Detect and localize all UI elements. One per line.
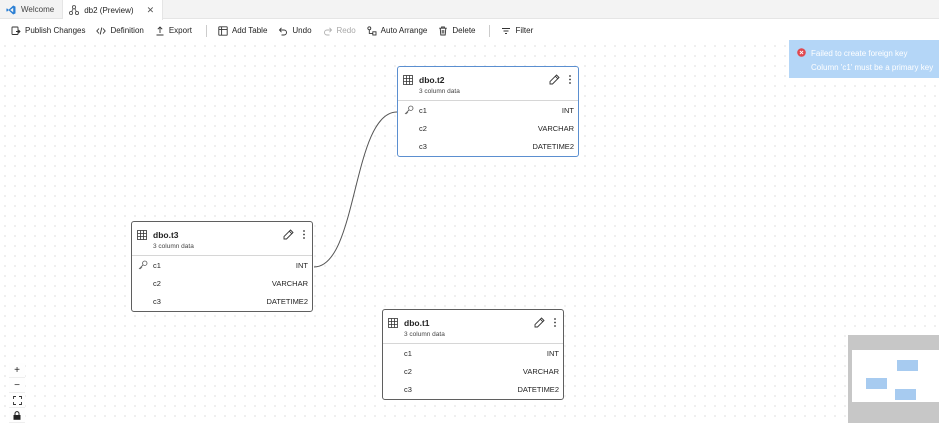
lock-icon xyxy=(13,410,21,420)
column-type: VARCHAR xyxy=(271,279,308,288)
filter-icon xyxy=(501,26,511,36)
table-title: dbo.t1 xyxy=(404,318,430,328)
key-icon xyxy=(404,105,414,115)
vscode-logo-icon xyxy=(6,5,16,15)
fit-view-icon xyxy=(12,395,22,405)
table-header: dbo.t2 3 column data xyxy=(398,67,578,101)
table-icon xyxy=(388,318,398,328)
schema-designer-icon xyxy=(69,5,80,15)
undo-icon xyxy=(278,26,288,36)
tab-db2-label: db2 (Preview) xyxy=(84,5,134,15)
table-title: dbo.t2 xyxy=(419,75,445,85)
tab-welcome-label: Welcome xyxy=(21,5,55,14)
column-type: INT xyxy=(546,349,559,358)
column-name: c1 xyxy=(404,349,412,358)
auto-arrange-icon xyxy=(367,25,377,36)
column-type: DATETIME2 xyxy=(517,385,559,394)
table-row[interactable]: c2 VARCHAR xyxy=(398,119,578,137)
minimap-node xyxy=(866,378,887,389)
zoom-in-button[interactable]: + xyxy=(9,363,25,378)
table-icon xyxy=(137,230,147,240)
column-name: c1 xyxy=(419,106,427,115)
table-row[interactable]: c2 VARCHAR xyxy=(383,362,563,380)
fit-view-button[interactable] xyxy=(9,393,25,408)
export-button[interactable]: Export xyxy=(152,22,200,40)
table-icon xyxy=(403,75,413,85)
table-row[interactable]: c3 DATETIME2 xyxy=(132,292,312,310)
more-options-icon[interactable] xyxy=(567,74,573,85)
column-name: c2 xyxy=(153,279,161,288)
trash-icon xyxy=(438,26,448,36)
delete-button[interactable]: Delete xyxy=(435,22,483,40)
lock-button[interactable] xyxy=(9,408,25,423)
auto-arrange-button[interactable]: Auto Arrange xyxy=(364,22,436,40)
toast-title: Failed to create foreign key xyxy=(811,49,908,58)
close-icon[interactable]: ✕ xyxy=(147,5,155,16)
add-table-icon xyxy=(218,25,228,36)
column-name: c2 xyxy=(419,124,427,133)
more-options-icon[interactable] xyxy=(301,229,307,240)
undo-button[interactable]: Undo xyxy=(275,22,319,40)
redo-icon xyxy=(323,26,333,36)
publish-changes-button[interactable]: Publish Changes xyxy=(8,22,93,40)
column-name: c3 xyxy=(404,385,412,394)
table-title: dbo.t3 xyxy=(153,230,179,240)
column-type: INT xyxy=(561,106,574,115)
column-type: VARCHAR xyxy=(537,124,574,133)
canvas-controls: + − xyxy=(9,363,25,423)
toolbar-separator xyxy=(205,24,207,37)
key-icon xyxy=(138,260,148,270)
column-name: c2 xyxy=(404,367,412,376)
edit-icon[interactable] xyxy=(549,74,560,85)
minimap[interactable] xyxy=(848,335,939,423)
definition-button[interactable]: Definition xyxy=(93,22,151,40)
table-row[interactable]: c1 INT xyxy=(398,101,578,119)
table-node-t2[interactable]: dbo.t2 3 column data c1 INT c2 VARCHAR c… xyxy=(397,66,579,157)
column-name: c3 xyxy=(153,297,161,306)
edit-icon[interactable] xyxy=(534,317,545,328)
table-subtitle: 3 column data xyxy=(404,331,445,338)
table-row[interactable]: c2 VARCHAR xyxy=(132,274,312,292)
error-icon xyxy=(797,48,806,57)
publish-icon xyxy=(11,26,21,36)
table-node-t1[interactable]: dbo.t1 3 column data c1 INT c2 VARCHAR c… xyxy=(382,309,564,400)
column-name: c1 xyxy=(153,261,161,270)
tab-bar: Welcome db2 (Preview) ✕ xyxy=(0,0,939,20)
table-header: dbo.t3 3 column data xyxy=(132,222,312,256)
table-node-t3[interactable]: dbo.t3 3 column data c1 INT c2 VARCHAR c… xyxy=(131,221,313,312)
table-row[interactable]: c1 INT xyxy=(383,344,563,362)
error-toast[interactable]: Failed to create foreign key Column 'c1'… xyxy=(789,40,939,78)
filter-button[interactable]: Filter xyxy=(498,22,541,40)
table-row[interactable]: c1 INT xyxy=(132,256,312,274)
edit-icon[interactable] xyxy=(283,229,294,240)
toolbar: Publish Changes Definition Export Add Ta… xyxy=(0,20,939,41)
minimap-node xyxy=(895,389,916,400)
minimap-node xyxy=(897,360,918,371)
table-row[interactable]: c3 DATETIME2 xyxy=(383,380,563,398)
tab-welcome[interactable]: Welcome xyxy=(0,0,64,19)
redo-button[interactable]: Redo xyxy=(320,22,364,40)
column-type: VARCHAR xyxy=(522,367,559,376)
zoom-out-button[interactable]: − xyxy=(9,378,25,393)
table-subtitle: 3 column data xyxy=(419,88,460,95)
table-subtitle: 3 column data xyxy=(153,243,194,250)
code-icon xyxy=(96,26,107,36)
add-table-button[interactable]: Add Table xyxy=(215,22,275,40)
toolbar-separator xyxy=(489,24,491,37)
tab-db2-preview[interactable]: db2 (Preview) ✕ xyxy=(63,0,164,20)
column-type: DATETIME2 xyxy=(266,297,308,306)
table-header: dbo.t1 3 column data xyxy=(383,310,563,344)
column-type: DATETIME2 xyxy=(532,142,574,151)
toast-message: Column 'c1' must be a primary key xyxy=(811,63,934,72)
more-options-icon[interactable] xyxy=(552,317,558,328)
column-type: INT xyxy=(295,261,308,270)
column-name: c3 xyxy=(419,142,427,151)
export-icon xyxy=(155,25,165,36)
table-row[interactable]: c3 DATETIME2 xyxy=(398,137,578,155)
